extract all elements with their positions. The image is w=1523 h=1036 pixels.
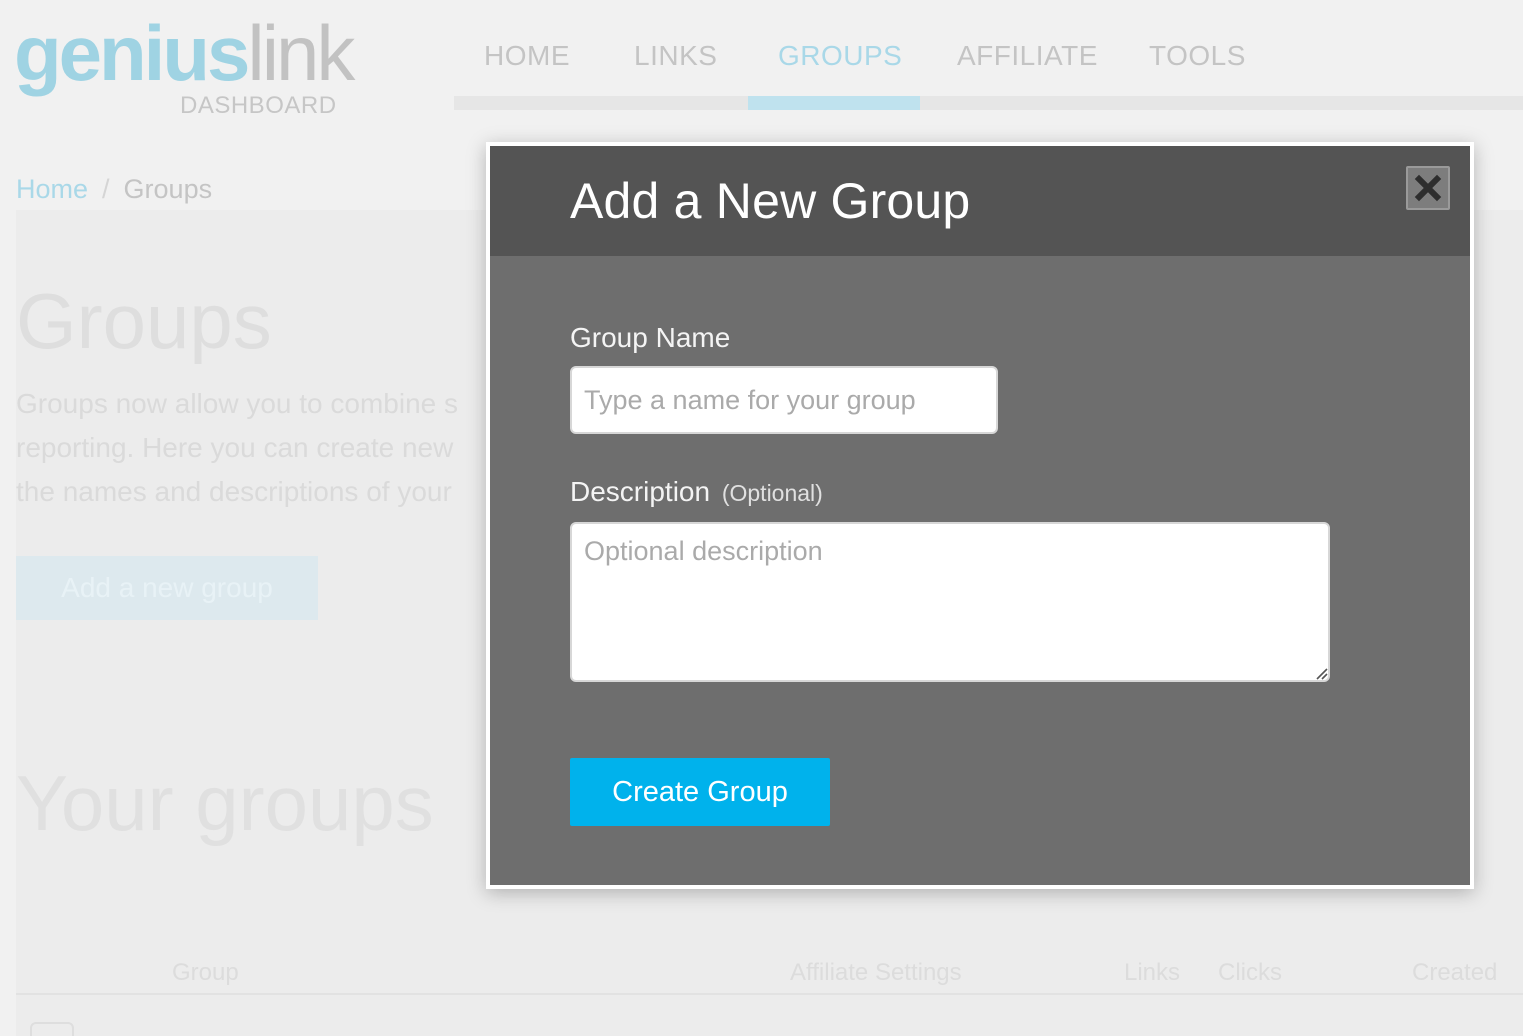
resize-grip-icon[interactable] — [1314, 666, 1328, 680]
column-header-links[interactable]: Links — [1124, 959, 1180, 987]
nav-item-links[interactable]: LINKS — [634, 40, 717, 72]
breadcrumb-home-link[interactable]: Home — [16, 174, 88, 204]
row-checkbox[interactable] — [30, 1022, 74, 1036]
breadcrumb-separator: / — [102, 174, 110, 204]
column-header-created[interactable]: Created — [1412, 959, 1497, 987]
column-header-group[interactable]: Group — [172, 959, 239, 987]
description-optional-hint: (Optional) — [721, 480, 823, 506]
breadcrumb: Home / Groups — [16, 174, 212, 205]
nav-item-home[interactable]: HOME — [484, 40, 570, 72]
main-nav: HOME LINKS GROUPS AFFILIATE TOOLS — [454, 0, 1523, 110]
group-name-label: Group Name — [570, 322, 731, 353]
intro-line: reporting. Here you can create new — [16, 432, 454, 463]
nav-active-indicator — [748, 96, 920, 110]
description-label-text: Description — [570, 476, 711, 507]
nav-bar-track — [454, 96, 1523, 110]
page-title: Groups — [16, 277, 272, 365]
logo-subtitle: DASHBOARD — [180, 92, 337, 119]
close-button[interactable] — [1406, 166, 1450, 210]
modal-title: Add a New Group — [570, 173, 971, 229]
description-textarea[interactable] — [570, 522, 1330, 682]
create-group-button[interactable]: Create Group — [570, 758, 830, 826]
your-groups-heading: Your groups — [16, 759, 434, 847]
group-name-input[interactable] — [570, 366, 998, 434]
intro-text: Groups now allow you to combine s report… — [16, 382, 486, 514]
logo-wordmark: geniuslink — [14, 9, 355, 97]
column-header-clicks[interactable]: Clicks — [1218, 959, 1282, 987]
intro-line: the names and descriptions of your — [16, 476, 452, 507]
description-label: Description (Optional) — [570, 476, 823, 508]
close-icon — [1414, 174, 1442, 202]
modal-header: Add a New Group — [490, 146, 1470, 256]
groups-table-header: Group Affiliate Settings Links Clicks Cr… — [16, 955, 1523, 995]
add-new-group-button[interactable]: Add a new group — [16, 556, 318, 620]
geniuslink-logo[interactable]: geniuslink DASHBOARD — [14, 8, 355, 119]
breadcrumb-current: Groups — [123, 174, 213, 204]
add-group-modal: Add a New Group Group Name Description (… — [486, 142, 1474, 889]
intro-line: Groups now allow you to combine s — [16, 388, 458, 419]
nav-item-groups[interactable]: GROUPS — [778, 40, 902, 72]
page: geniuslink DASHBOARD HOME LINKS GROUPS A… — [0, 0, 1523, 1036]
nav-item-tools[interactable]: TOOLS — [1149, 40, 1246, 72]
modal-body: Add a New Group Group Name Description (… — [490, 146, 1470, 885]
column-header-affiliate-settings[interactable]: Affiliate Settings — [790, 959, 962, 987]
nav-item-affiliate[interactable]: AFFILIATE — [957, 40, 1098, 72]
